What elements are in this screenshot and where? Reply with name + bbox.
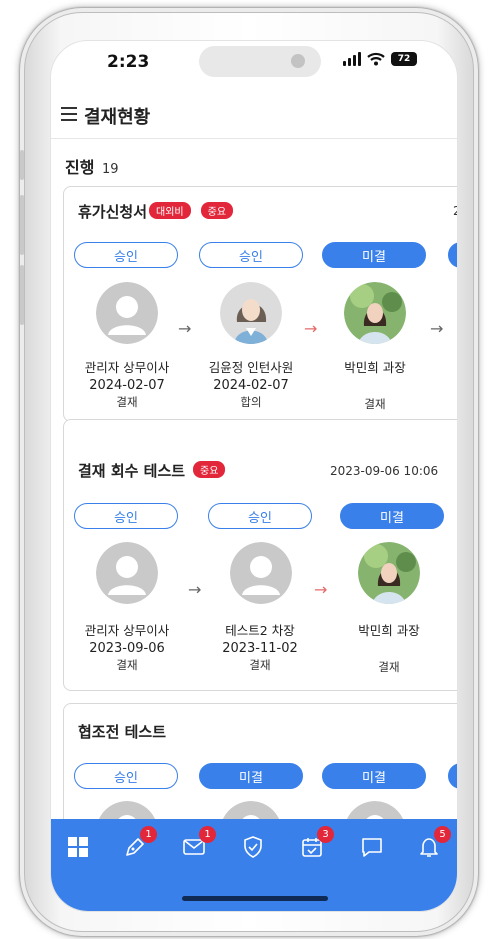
status-pill-pending[interactable]: 미결 — [322, 763, 426, 789]
home-indicator[interactable] — [182, 896, 328, 901]
status-pill-pending[interactable]: 미결 — [340, 503, 444, 529]
approval-date — [315, 378, 435, 395]
card-title-text: 결재 회수 테스트 — [78, 462, 186, 480]
volume-down-button — [20, 265, 24, 325]
side-button — [20, 150, 24, 180]
page-title: 결재현황 — [84, 107, 151, 128]
approver: 관리자 상무이사 2024-02-07 결재 — [67, 357, 187, 410]
arrow-icon: → — [188, 580, 202, 599]
avatar-default — [96, 542, 158, 604]
nav-home[interactable] — [66, 835, 90, 859]
avatar-photo — [344, 282, 406, 344]
section-count: 19 — [102, 162, 119, 177]
important-badge: 중요 — [200, 202, 234, 219]
approver-name: 박민희 과장 — [344, 360, 406, 375]
approver: 김윤정 인턴사원 2024-02-07 합의 — [191, 357, 311, 410]
chat-icon — [362, 838, 382, 857]
avatar-photo — [358, 542, 420, 604]
status-pill-pending[interactable] — [448, 242, 457, 268]
arrow-icon: → — [430, 319, 444, 338]
app-header: 결재현황 — [51, 91, 457, 139]
nav-mail[interactable]: 1 — [182, 826, 216, 859]
nav-approval[interactable]: 1 — [123, 826, 157, 859]
section-title: 진행 — [65, 158, 95, 177]
status-pill-approved[interactable]: 승인 — [74, 503, 178, 529]
avatar-illustration — [220, 282, 282, 344]
avatar-default — [230, 542, 292, 604]
approval-type: 결재 — [249, 658, 271, 672]
notification-badge: 1 — [199, 826, 216, 843]
approval-type: 결재 — [378, 660, 400, 674]
signal-icon — [343, 52, 361, 66]
status-pill-approved[interactable]: 승인 — [74, 763, 178, 789]
approver: 박민희 과장 결재 — [329, 620, 449, 675]
dynamic-island — [199, 46, 321, 77]
notification-badge: 1 — [140, 826, 157, 843]
approval-card[interactable]: 결재 회수 테스트 중요 2023-09-06 10:06 승인 승인 미결 → … — [63, 419, 457, 691]
approval-type: 결재 — [364, 397, 386, 411]
phone-screen: 2:23 72 결재현황 진행 19 휴가신청서대외비중요 20 — [50, 40, 458, 912]
nav-notifications[interactable]: 5 — [417, 826, 451, 859]
approval-date — [329, 641, 449, 658]
approval-date: 2023-11-02 — [222, 641, 298, 656]
nav-security[interactable] — [241, 835, 265, 859]
volume-up-button — [20, 195, 24, 255]
card-date: 2023-09-06 10:06 — [330, 464, 439, 478]
battery-icon: 72 — [391, 52, 417, 66]
arrow-icon: → — [304, 319, 318, 338]
nav-chat[interactable] — [360, 835, 384, 859]
approver-name: 박민희 과장 — [358, 623, 420, 638]
status-pill-pending[interactable] — [448, 763, 457, 789]
arrow-icon: → — [178, 319, 192, 338]
status-pill-pending[interactable]: 미결 — [322, 242, 426, 268]
status-pill-approved[interactable]: 승인 — [199, 242, 303, 268]
approver-name: 관리자 상무이사 — [84, 623, 170, 638]
approval-date: 2023-09-06 — [89, 641, 165, 656]
approver-name: 김윤정 인턴사원 — [208, 360, 294, 375]
approver-name: 테스트2 차장 — [225, 623, 295, 638]
arrow-icon: → — [314, 580, 328, 599]
important-badge: 중요 — [193, 461, 226, 478]
approver: 관리자 상무이사 2023-09-06 결재 — [67, 620, 187, 673]
status-pill-pending[interactable]: 미결 — [199, 763, 303, 789]
notification-badge: 5 — [434, 826, 451, 843]
card-title: 협조전 테스트 — [78, 721, 166, 742]
avatar-default — [96, 282, 158, 344]
card-title: 휴가신청서 대외비 중요 — [78, 201, 234, 222]
card-title-text: 휴가신청서 — [78, 203, 148, 221]
card-title-text: 협조전 테스트 — [78, 723, 167, 741]
notification-badge: 3 — [317, 826, 334, 843]
confidential-badge: 대외비 — [149, 202, 191, 219]
approver: 박민희 과장 결재 — [315, 357, 435, 412]
nav-schedule[interactable]: 3 — [300, 826, 334, 859]
approver: 테스트2 차장 2023-11-02 결재 — [200, 620, 320, 673]
status-icons: 72 — [343, 52, 417, 66]
camera-dot — [291, 54, 305, 68]
shield-icon — [244, 836, 262, 858]
wifi-icon — [367, 52, 385, 66]
status-time: 2:23 — [107, 52, 150, 72]
card-date: 20 — [453, 204, 457, 218]
section-label: 진행 19 — [65, 154, 119, 178]
approval-card[interactable]: 휴가신청서대외비 중요 20 승인 승인 미결 → → → 관리자 상무이사 20… — [63, 186, 457, 422]
approval-date: 2024-02-07 — [213, 378, 289, 393]
menu-icon[interactable] — [61, 107, 77, 121]
status-pill-approved[interactable]: 승인 — [208, 503, 312, 529]
grid-icon — [68, 837, 88, 857]
status-pill-approved[interactable]: 승인 — [74, 242, 178, 268]
approver-name: 관리자 상무이사 — [84, 360, 170, 375]
approval-type: 결재 — [116, 395, 138, 409]
card-title: 결재 회수 테스트 중요 — [78, 460, 226, 481]
status-bar: 2:23 72 — [51, 41, 457, 91]
approval-date: 2024-02-07 — [89, 378, 165, 393]
approval-type: 결재 — [116, 658, 138, 672]
approval-type: 합의 — [240, 395, 262, 409]
bottom-nav: 1 1 3 5 — [51, 819, 457, 911]
